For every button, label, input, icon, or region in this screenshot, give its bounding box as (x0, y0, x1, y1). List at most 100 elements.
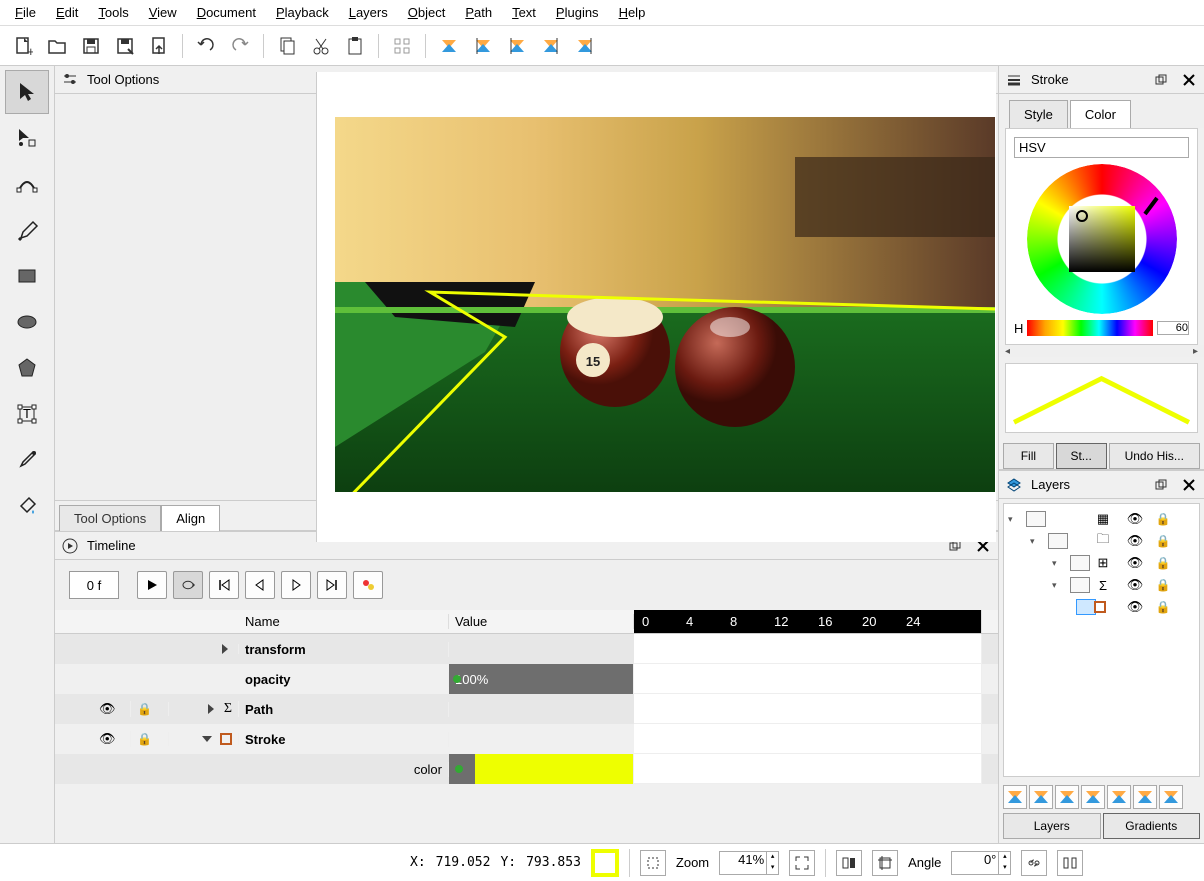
angle-input[interactable]: 0°▴▾ (951, 851, 1011, 875)
menu-document[interactable]: Document (187, 2, 266, 23)
pointer-tool[interactable] (5, 70, 49, 114)
eye-icon[interactable]: 👁 (1122, 599, 1148, 615)
rectangle-tool[interactable] (5, 254, 49, 298)
lock-icon[interactable]: 🔒 (137, 732, 152, 746)
layer-row[interactable]: ▾⊞👁🔒 (1008, 552, 1195, 574)
tab-stroke[interactable]: St... (1056, 443, 1107, 469)
lock-icon[interactable]: 🔒 (1150, 556, 1176, 570)
layer-row[interactable]: ▾Σ👁🔒 (1008, 574, 1195, 596)
tab-layers[interactable]: Layers (1003, 813, 1101, 839)
hue-value[interactable] (1157, 321, 1189, 335)
menu-playback[interactable]: Playback (266, 2, 339, 23)
restore-icon[interactable] (1152, 476, 1170, 494)
frame-input[interactable]: 0 f (69, 571, 119, 599)
zoom-fit-icon[interactable] (789, 850, 815, 876)
layers-list[interactable]: ▾▦👁🔒▾🗀👁🔒▾⊞👁🔒▾Σ👁🔒👁🔒 (1003, 503, 1200, 777)
brush-tool[interactable] (5, 208, 49, 252)
key-left-button[interactable] (1133, 785, 1157, 809)
tab-style[interactable]: Style (1009, 100, 1068, 128)
transform-tool[interactable]: T (5, 392, 49, 436)
lock-icon[interactable]: 🔒 (1150, 600, 1176, 614)
menu-plugins[interactable]: Plugins (546, 2, 609, 23)
menu-tools[interactable]: Tools (88, 2, 138, 23)
del-key-button[interactable] (1055, 785, 1079, 809)
undo-button[interactable] (191, 31, 221, 61)
canvas-area[interactable]: 15 (316, 72, 996, 542)
keyframe-a-button[interactable] (434, 31, 464, 61)
key-right-button[interactable] (1159, 785, 1183, 809)
menu-help[interactable]: Help (609, 2, 656, 23)
timeline-row[interactable]: transform (55, 634, 998, 664)
last-frame-button[interactable] (317, 571, 347, 599)
path-tool-tool[interactable] (5, 162, 49, 206)
lock-icon[interactable]: 🔒 (1150, 578, 1176, 592)
eyedropper-tool[interactable] (5, 438, 49, 482)
eye-icon[interactable]: 👁 (1122, 577, 1148, 593)
add-key-button[interactable] (1003, 785, 1027, 809)
timeline-row[interactable]: 👁🔒ΣPath (55, 694, 998, 724)
tab-undo-history[interactable]: Undo His... (1109, 443, 1201, 469)
layer-row[interactable]: ▾🗀👁🔒 (1008, 530, 1195, 552)
tab-fill[interactable]: Fill (1003, 443, 1054, 469)
menu-edit[interactable]: Edit (46, 2, 88, 23)
fit-icon[interactable] (640, 850, 666, 876)
loop-button[interactable] (173, 571, 203, 599)
current-color-swatch[interactable] (591, 849, 619, 877)
tab-gradients[interactable]: Gradients (1103, 813, 1201, 839)
timeline-row[interactable]: color (55, 754, 998, 784)
hue-slider[interactable] (1027, 320, 1153, 336)
eye-icon[interactable]: 👁 (99, 701, 116, 717)
prev-frame-button[interactable] (245, 571, 275, 599)
menu-view[interactable]: View (139, 2, 187, 23)
new-file-button[interactable]: + (8, 31, 38, 61)
tab-tool-options[interactable]: Tool Options (59, 505, 161, 531)
save-as-button[interactable] (110, 31, 140, 61)
layer-row[interactable]: ▾▦👁🔒 (1008, 508, 1195, 530)
crop-icon[interactable] (872, 850, 898, 876)
keyframe-e-button[interactable] (570, 31, 600, 61)
menu-file[interactable]: File (5, 2, 46, 23)
node-edit-tool[interactable] (5, 116, 49, 160)
paste-button[interactable] (340, 31, 370, 61)
ellipse-tool[interactable] (5, 300, 49, 344)
timeline-row[interactable]: opacity100% (55, 664, 998, 694)
close-icon[interactable] (1180, 476, 1198, 494)
h-scrollbar[interactable]: ◂▸ (999, 345, 1204, 357)
record-button[interactable] (353, 571, 383, 599)
bucket-tool[interactable] (5, 484, 49, 528)
link-icon[interactable] (1021, 850, 1047, 876)
tab-color[interactable]: Color (1070, 100, 1131, 128)
columns-icon[interactable] (1057, 850, 1083, 876)
zoom-input[interactable]: 41%▴▾ (719, 851, 779, 875)
play-button[interactable] (137, 571, 167, 599)
save-button[interactable] (76, 31, 106, 61)
keyframe-d-button[interactable] (536, 31, 566, 61)
keyframe-b-button[interactable] (468, 31, 498, 61)
copy-button[interactable] (272, 31, 302, 61)
export-button[interactable] (144, 31, 174, 61)
lock-icon[interactable]: 🔒 (1150, 534, 1176, 548)
open-file-button[interactable] (42, 31, 72, 61)
qr-button[interactable] (387, 31, 417, 61)
eye-icon[interactable]: 👁 (99, 731, 116, 747)
eye-icon[interactable]: 👁 (1122, 511, 1148, 527)
restore-icon[interactable] (1152, 71, 1170, 89)
eye-icon[interactable]: 👁 (1122, 533, 1148, 549)
menu-path[interactable]: Path (455, 2, 502, 23)
colorspace-select[interactable]: HSV (1014, 137, 1189, 158)
color-wheel[interactable] (1027, 164, 1177, 314)
key-dn-button[interactable] (1107, 785, 1131, 809)
timeline-row[interactable]: 👁🔒Stroke (55, 724, 998, 754)
flip-h-icon[interactable] (836, 850, 862, 876)
next-frame-button[interactable] (281, 571, 311, 599)
close-icon[interactable] (1180, 71, 1198, 89)
tab-align[interactable]: Align (161, 505, 220, 531)
cut-button[interactable] (306, 31, 336, 61)
menu-text[interactable]: Text (502, 2, 546, 23)
menu-object[interactable]: Object (398, 2, 456, 23)
eye-icon[interactable]: 👁 (1122, 555, 1148, 571)
timeline-ruler[interactable]: 04812162024 (634, 610, 982, 633)
key-up-button[interactable] (1081, 785, 1105, 809)
lock-icon[interactable]: 🔒 (137, 702, 152, 716)
onion-button[interactable] (1029, 785, 1053, 809)
